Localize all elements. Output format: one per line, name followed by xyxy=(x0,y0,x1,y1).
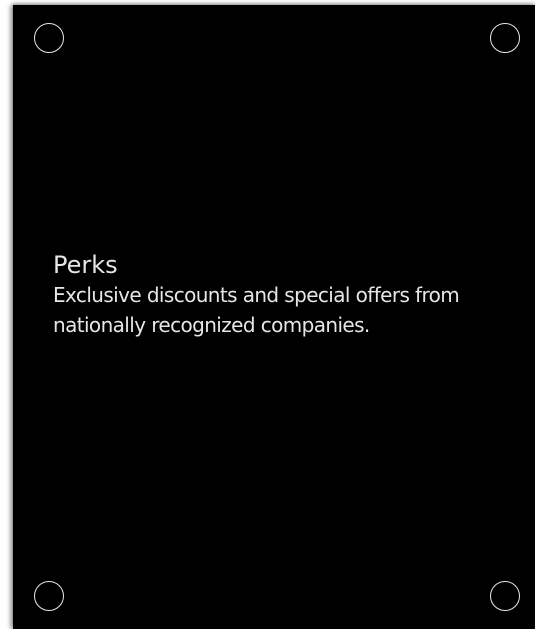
screw-icon-top-right xyxy=(490,23,520,53)
card-description: Exclusive discounts and special offers f… xyxy=(53,283,460,337)
perks-card: Perks Exclusive discounts and special of… xyxy=(13,5,535,629)
screw-icon-top-left xyxy=(34,23,64,53)
card-content: Perks Exclusive discounts and special of… xyxy=(53,250,523,340)
screw-icon-bottom-left xyxy=(34,581,64,611)
card-title: Perks xyxy=(53,251,118,279)
screw-icon-bottom-right xyxy=(490,581,520,611)
